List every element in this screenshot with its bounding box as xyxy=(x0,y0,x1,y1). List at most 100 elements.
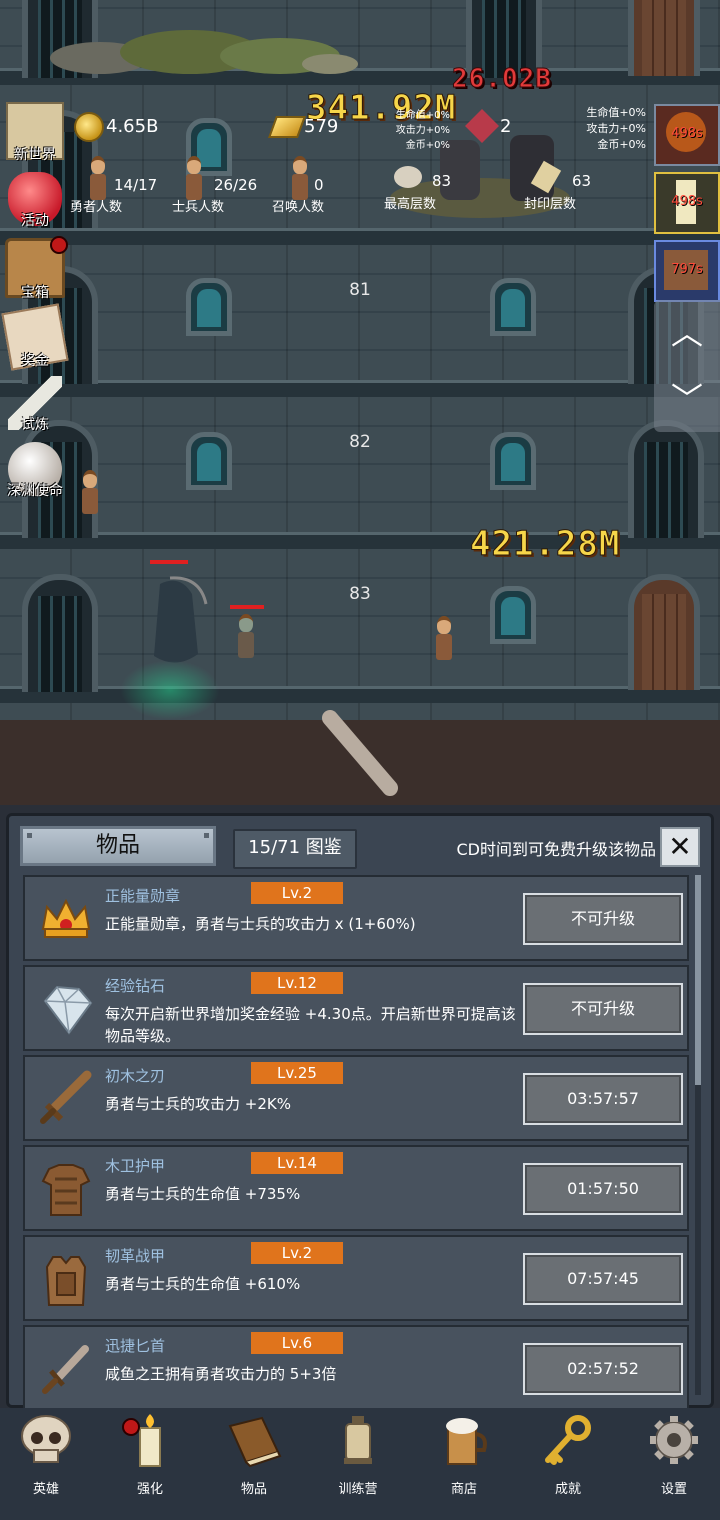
door xyxy=(628,0,700,76)
book-icon xyxy=(228,1416,282,1468)
hero-count: 14/17 xyxy=(114,176,158,194)
item-name: 经验钻石 xyxy=(105,977,166,995)
notification-dot xyxy=(122,1418,140,1436)
upgrade-button[interactable]: 不可升级 xyxy=(523,983,683,1035)
side-abyss-button[interactable]: 深渊使命 xyxy=(4,442,66,500)
timer-roast[interactable]: 498s xyxy=(654,104,720,166)
summon-count: 0 xyxy=(314,176,324,194)
item-level-badge: Lv.6 xyxy=(251,1332,343,1354)
side-trial-button[interactable]: 试炼 xyxy=(4,376,66,434)
lantern-icon xyxy=(344,1416,372,1464)
nav-heroes[interactable]: 英雄 xyxy=(6,1412,86,1497)
glow-effect xyxy=(120,660,220,720)
beer-mug-icon xyxy=(446,1418,487,1465)
nav-settings[interactable]: 设置 xyxy=(634,1412,714,1497)
item-description: 每次开启新世界增加奖金经验 +4.30点。开启新世界可提高该物品等级。 xyxy=(105,1005,516,1045)
skull-icon xyxy=(21,1415,71,1463)
item-row: 初木之刃 Lv.25 勇者与士兵的攻击力 +2K% 03:57:57 xyxy=(23,1055,689,1141)
summon-count-icon xyxy=(290,156,310,200)
stained-window xyxy=(186,278,232,336)
upgrade-button[interactable]: 不可升级 xyxy=(523,893,683,945)
stained-window xyxy=(186,432,232,490)
gold-bar-amount: 579 xyxy=(304,116,339,137)
scroll-down-button[interactable]: ﹀ xyxy=(654,366,720,432)
item-description: 咸鱼之王拥有勇者攻击力的 5+3倍 xyxy=(105,1365,337,1383)
timer-candle[interactable]: 498s xyxy=(654,172,720,234)
upgrade-hint: CD时间到可免费升级该物品 xyxy=(456,840,657,859)
item-name: 迅捷匕首 xyxy=(105,1337,166,1355)
gold-coin-icon xyxy=(74,112,104,142)
barred-window xyxy=(628,420,704,538)
gold-amount: 4.65B xyxy=(106,116,159,137)
floor-number: 82 xyxy=(349,432,371,452)
damage-number-red: 26.02B xyxy=(452,64,552,95)
stained-window xyxy=(490,586,536,644)
gem-amount: 2 xyxy=(500,116,512,137)
buff-list: 生命值+0% 攻击力+0% 金币+0% xyxy=(586,106,646,151)
floor-scroll-panel: ︿ ﹀ xyxy=(654,300,720,432)
collection-count[interactable]: 15/71 图鉴 xyxy=(233,829,357,869)
upgrade-cooldown-button[interactable]: 01:57:50 xyxy=(523,1163,683,1215)
item-level-badge: Lv.2 xyxy=(251,882,343,904)
side-bonus-button[interactable]: 奖金 xyxy=(1,303,69,371)
scrollbar-thumb[interactable] xyxy=(695,875,701,1085)
wooden-sword-icon xyxy=(40,1070,92,1124)
item-row: 迅捷匕首 Lv.6 咸鱼之王拥有勇者攻击力的 5+3倍 02:57:52 xyxy=(23,1325,689,1411)
upgrade-cooldown-button[interactable]: 03:57:57 xyxy=(523,1073,683,1125)
nav-shop[interactable]: 商店 xyxy=(424,1412,504,1497)
scroll-up-button[interactable]: ︿ xyxy=(654,300,720,366)
soldier-count: 26/26 xyxy=(214,176,258,194)
enemy-hp-bar xyxy=(230,605,264,609)
close-button[interactable]: ✕ xyxy=(660,827,700,867)
item-name: 正能量勋章 xyxy=(105,887,181,905)
bone-debris xyxy=(322,710,398,796)
nav-achievements[interactable]: 成就 xyxy=(528,1412,608,1497)
nav-items[interactable]: 物品 xyxy=(214,1412,294,1497)
side-event-button[interactable]: 活动 xyxy=(4,172,66,230)
stained-window xyxy=(490,432,536,490)
barred-window xyxy=(22,574,98,692)
door xyxy=(628,574,700,690)
tab-items[interactable]: 物品 xyxy=(20,826,216,866)
timer-book[interactable]: 797s xyxy=(654,240,720,302)
reaper-enemy xyxy=(154,576,208,663)
item-row: 木卫护甲 Lv.14 勇者与士兵的生命值 +735% 01:57:50 xyxy=(23,1145,689,1231)
item-description: 正能量勋章，勇者与士兵的攻击力 x (1+60%) xyxy=(105,915,416,933)
item-level-badge: Lv.25 xyxy=(251,1062,343,1084)
damage-number-gold: 421.28M xyxy=(469,524,621,565)
skull-icon xyxy=(394,166,422,188)
item-row: 正能量勋章 Lv.2 正能量勋章，勇者与士兵的攻击力 x (1+60%) 不可升… xyxy=(23,875,689,961)
enemy-hp-bar xyxy=(150,560,188,564)
item-level-badge: Lv.2 xyxy=(251,1242,343,1264)
nav-training[interactable]: 训练营 xyxy=(318,1412,398,1497)
monster-pile xyxy=(50,30,358,74)
item-description: 勇者与士兵的生命值 +735% xyxy=(105,1185,301,1203)
item-level-badge: Lv.14 xyxy=(251,1152,343,1174)
soldier-count-icon xyxy=(184,156,204,200)
buff-overlay: 生命值+0% 攻击力+0% 金币+0% xyxy=(395,110,450,151)
floor-number: 83 xyxy=(349,584,371,604)
summon-count-label: 召唤人数 xyxy=(272,200,325,215)
side-new-world-button[interactable]: 新世界 xyxy=(4,102,66,164)
item-level-badge: Lv.12 xyxy=(251,972,343,994)
upgrade-cooldown-button[interactable]: 07:57:45 xyxy=(523,1253,683,1305)
gear-icon xyxy=(650,1416,698,1464)
hero-count-icon xyxy=(88,156,108,200)
seal-floor: 63 xyxy=(572,172,592,190)
item-row: 韧革战甲 Lv.2 勇者与士兵的生命值 +610% 07:57:45 xyxy=(23,1235,689,1321)
stained-window xyxy=(490,278,536,336)
floor-divider xyxy=(0,686,720,703)
hero-character xyxy=(434,616,454,660)
item-row: 经验钻石 Lv.12 每次开启新世界增加奖金经验 +4.30点。开启新世界可提高… xyxy=(23,965,689,1051)
item-description: 勇者与士兵的攻击力 +2K% xyxy=(105,1095,291,1113)
floor-divider xyxy=(0,228,720,245)
item-name: 木卫护甲 xyxy=(105,1157,166,1175)
dagger-icon xyxy=(42,1345,89,1394)
item-name: 初木之刃 xyxy=(105,1067,166,1085)
seal-floor-label: 封印层数 xyxy=(524,197,577,212)
upgrade-cooldown-button[interactable]: 02:57:52 xyxy=(523,1343,683,1395)
soldier-count-label: 士兵人数 xyxy=(172,200,225,215)
floor-number: 81 xyxy=(349,280,371,300)
floor-divider xyxy=(0,380,720,397)
crown-medal-icon xyxy=(41,898,91,938)
